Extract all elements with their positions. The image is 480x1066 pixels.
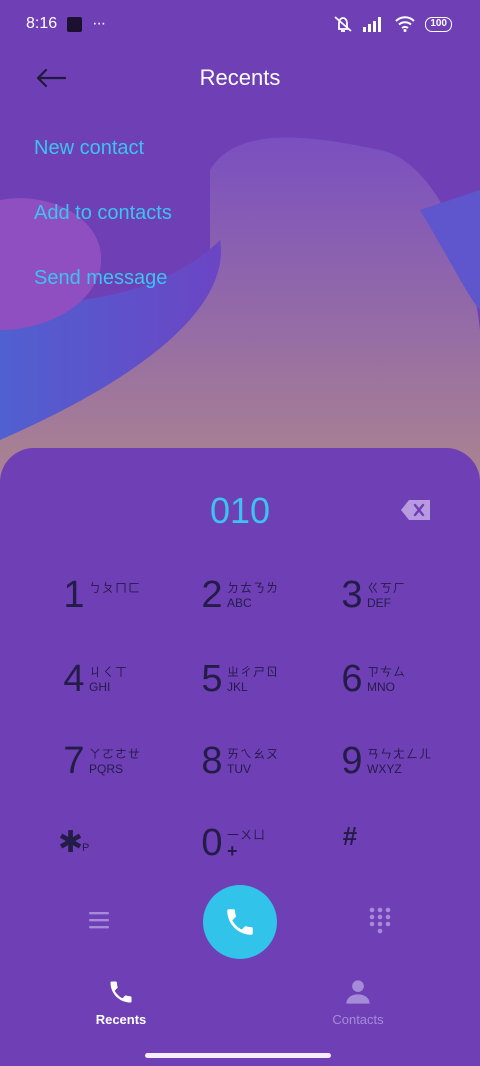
more-notifications-icon: ··· <box>92 15 106 32</box>
dialpad-panel: 010 1 ㄅㄆㄇㄈ 2 ㄉㄊㄋㄌ ABC 3 ㄍㄎㄏ DEF 4 ㄐㄑㄒ GH… <box>0 448 480 1066</box>
phone-icon <box>110 981 132 1003</box>
key-digit: 7 <box>63 740 85 782</box>
key-letters: TUV <box>227 762 251 776</box>
key-digit: 5 <box>201 658 223 700</box>
key-letters: ABC <box>227 596 252 610</box>
key-9[interactable]: 9 ㄢㄣㄤㄥㄦ WXYZ <box>340 726 480 796</box>
phone-icon <box>227 909 253 935</box>
key-letters: DEF <box>367 596 391 610</box>
key-4[interactable]: 4 ㄐㄑㄒ GHI <box>62 644 202 714</box>
dialer-actions <box>0 882 480 962</box>
call-button[interactable] <box>203 885 277 959</box>
status-time: 8:16 <box>26 15 58 32</box>
key-digit: 9 <box>341 740 363 782</box>
back-button[interactable] <box>36 62 72 94</box>
key-zhuyin: ㄓㄔㄕㄖ <box>227 665 280 679</box>
key-letters: PQRS <box>89 762 124 776</box>
key-zhuyin: ㄉㄊㄋㄌ <box>227 581 280 595</box>
key-letters: P <box>82 842 90 854</box>
key-3[interactable]: 3 ㄍㄎㄏ DEF <box>340 560 480 630</box>
key-6[interactable]: 6 ㄗㄘㄙ MNO <box>340 644 480 714</box>
app-notification-icon <box>67 16 83 32</box>
tab-recents[interactable]: Recents <box>61 978 181 1027</box>
key-5[interactable]: 5 ㄓㄔㄕㄖ JKL <box>200 644 340 714</box>
battery-indicator: 100 <box>425 16 452 32</box>
key-digit: 8 <box>201 740 223 782</box>
key-7[interactable]: 7 ㄚㄛㄜㄝ PQRS <box>62 726 202 796</box>
menu-icon[interactable] <box>88 908 110 932</box>
page-title: Recents <box>199 65 281 90</box>
person-icon <box>346 980 370 1004</box>
back-arrow-icon <box>36 68 66 88</box>
key-8[interactable]: 8 ㄞㄟㄠㄡ TUV <box>200 726 340 796</box>
key-zhuyin: ㄗㄘㄙ <box>367 665 407 679</box>
hash-icon: # <box>342 821 358 851</box>
key-digit: 6 <box>341 658 363 700</box>
header: Recents <box>0 50 480 106</box>
key-zhuyin: ㄞㄟㄠㄡ <box>227 747 280 761</box>
star-icon: ✱ <box>58 826 84 859</box>
key-letters: + <box>227 841 238 861</box>
key-letters: GHI <box>89 680 111 694</box>
tab-recents-label: Recents <box>95 1012 147 1027</box>
key-digit: 0 <box>201 822 223 864</box>
key-zhuyin: ㄚㄛㄜㄝ <box>89 747 142 761</box>
bottom-nav: Recents Contacts <box>0 978 480 1038</box>
status-bar: 8:16 ··· 100 <box>0 0 480 48</box>
number-display-row: 010 <box>0 486 480 536</box>
key-zhuyin: ㄐㄑㄒ <box>89 665 129 679</box>
wifi-icon <box>395 16 416 32</box>
key-letters: JKL <box>227 680 248 694</box>
new-contact-link[interactable]: New contact <box>34 130 172 195</box>
key-letters: WXYZ <box>367 762 402 776</box>
key-zhuyin: ㄍㄎㄏ <box>367 581 407 595</box>
key-letters: MNO <box>367 680 395 694</box>
key-star[interactable]: ✱ P <box>58 808 198 878</box>
tab-contacts-label: Contacts <box>332 1012 384 1027</box>
send-message-link[interactable]: Send message <box>34 260 172 325</box>
key-2[interactable]: 2 ㄉㄊㄋㄌ ABC <box>200 560 340 630</box>
mute-icon <box>334 16 352 32</box>
key-digit: 1 <box>63 574 85 616</box>
key-hash[interactable]: # <box>338 808 478 878</box>
key-digit: 3 <box>341 574 363 616</box>
key-zhuyin: ㄅㄆㄇㄈ <box>89 581 142 595</box>
key-0[interactable]: 0 一ㄨㄩ + <box>200 808 340 878</box>
key-1[interactable]: 1 ㄅㄆㄇㄈ <box>62 560 202 630</box>
tab-contacts[interactable]: Contacts <box>298 978 418 1027</box>
home-indicator[interactable] <box>145 1053 331 1058</box>
key-zhuyin: ㄢㄣㄤㄥㄦ <box>367 747 433 761</box>
add-to-contacts-link[interactable]: Add to contacts <box>34 195 172 260</box>
key-digit: 4 <box>63 658 85 700</box>
dialpad-toggle-icon[interactable] <box>368 906 392 936</box>
action-menu: New contact Add to contacts Send message <box>34 130 172 325</box>
key-digit: 2 <box>201 574 223 616</box>
signal-icon <box>363 17 382 32</box>
backspace-icon[interactable] <box>400 498 432 522</box>
